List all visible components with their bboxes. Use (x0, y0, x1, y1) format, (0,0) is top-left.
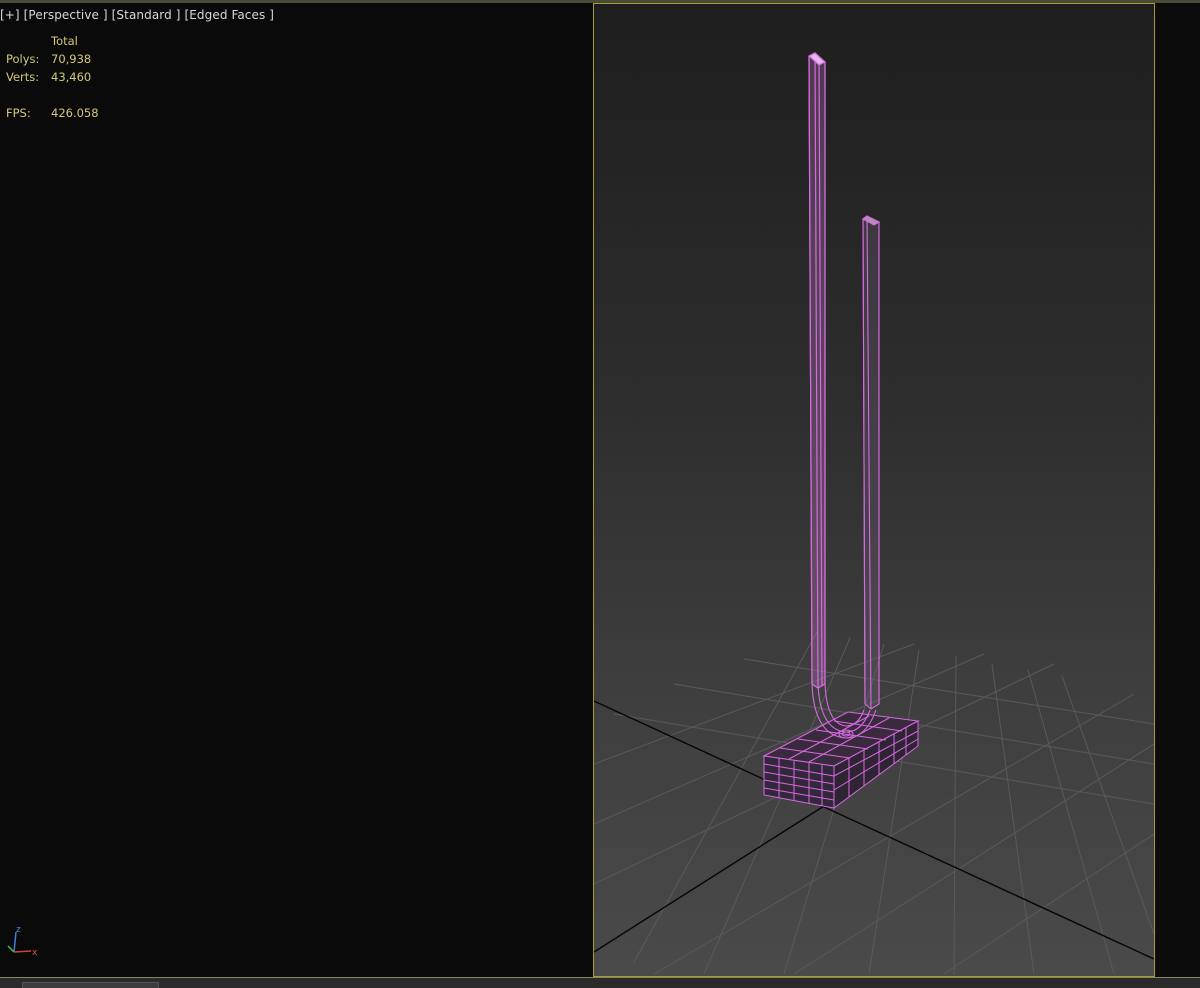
verts-value: 43,460 (51, 70, 92, 84)
bottom-tab[interactable] (22, 982, 159, 988)
right-viewport-panel (1155, 3, 1200, 977)
fps-label: FPS: (6, 106, 31, 120)
polys-label: Polys: (6, 52, 40, 66)
scene-canvas[interactable] (594, 4, 1154, 976)
viewport-point-of-view-menu[interactable]: [Perspective ] (24, 8, 108, 22)
wireframe-object[interactable] (762, 52, 920, 809)
polys-value: 70,938 (51, 52, 92, 66)
viewport-menu-bar[interactable]: [+] [Perspective ] [Standard ] [Edged Fa… (0, 8, 274, 22)
active-viewport[interactable] (593, 3, 1155, 977)
tall-prong (807, 52, 827, 689)
object-base (762, 711, 920, 809)
z-axis-line (13, 931, 17, 953)
viewport-general-menu[interactable]: [+] (0, 8, 20, 22)
z-axis-label: z (16, 925, 21, 935)
stats-header: Total (51, 34, 78, 48)
viewport-shading-menu[interactable]: [Standard ] (112, 8, 181, 22)
x-axis-label: x (32, 948, 38, 958)
viewport-bottom-border (0, 977, 1200, 988)
axis-tripod-icon: z x (7, 925, 38, 958)
verts-label: Verts: (6, 70, 40, 84)
short-prong (861, 215, 881, 710)
y-axis-line (7, 945, 15, 953)
viewport-display-mode-menu[interactable]: [Edged Faces ] (184, 8, 274, 22)
grid-y-axis-line (594, 805, 825, 953)
x-axis-line (13, 950, 32, 953)
fps-value: 426.058 (51, 106, 99, 120)
